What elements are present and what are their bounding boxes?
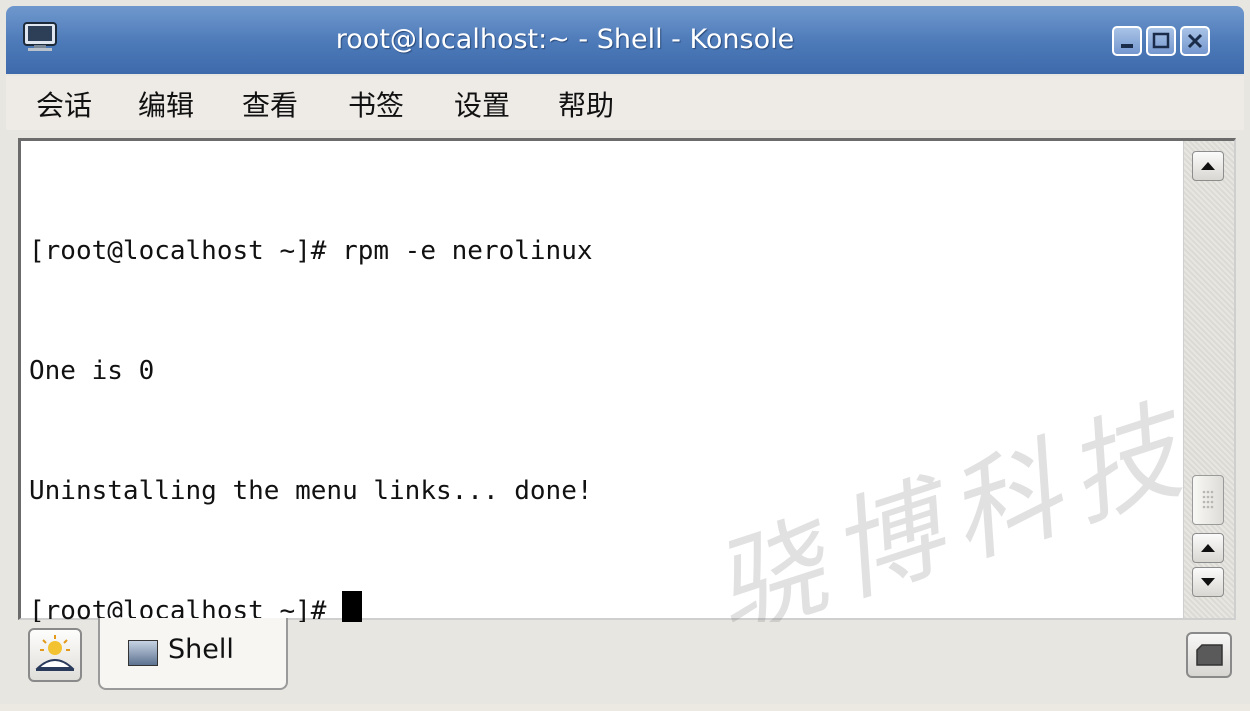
session-tab-bar: Shell [6, 618, 1244, 700]
text-cursor [342, 591, 363, 625]
menu-settings[interactable]: 设置 [450, 84, 514, 124]
arrow-up-icon [1201, 162, 1215, 170]
menu-session[interactable]: 会话 [32, 84, 96, 124]
window-title: root@localhost:~ - Shell - Konsole [335, 24, 795, 55]
minimize-button[interactable] [1112, 26, 1142, 56]
scroll-up-button[interactable] [1192, 533, 1224, 563]
terminal-line: Uninstalling the menu links... done! [29, 476, 593, 506]
vertical-scrollbar[interactable] [1183, 141, 1234, 618]
minimize-icon [1121, 44, 1133, 48]
terminal-icon [128, 640, 158, 666]
grip-icon [1202, 490, 1214, 509]
menu-help[interactable]: 帮助 [554, 84, 618, 124]
menu-edit[interactable]: 编辑 [134, 84, 198, 124]
scroll-up-top-button[interactable] [1192, 151, 1224, 181]
scroll-down-button[interactable] [1192, 567, 1224, 597]
close-button[interactable] [1180, 26, 1210, 56]
terminal-line: [root@localhost ~]# rpm -e nerolinux [29, 236, 593, 266]
arrow-down-icon [1201, 578, 1215, 586]
menu-bookmarks[interactable]: 书签 [344, 84, 408, 124]
title-bar[interactable]: root@localhost:~ - Shell - Konsole [6, 6, 1244, 74]
scroll-thumb[interactable] [1192, 475, 1224, 525]
menu-bar: 会话 编辑 查看 书签 设置 帮助 [6, 76, 1244, 130]
tab-label: Shell [168, 634, 234, 665]
new-session-icon [35, 635, 75, 671]
close-session-button[interactable] [1186, 632, 1232, 678]
terminal-area[interactable]: [root@localhost ~]# rpm -e nerolinux One… [18, 138, 1236, 658]
close-icon [1187, 33, 1203, 49]
konsole-window: root@localhost:~ - Shell - Konsole 会话 编辑… [0, 0, 1250, 704]
maximize-button[interactable] [1146, 26, 1176, 56]
close-session-icon [1196, 644, 1223, 666]
menu-view[interactable]: 查看 [238, 84, 302, 124]
terminal-line: One is 0 [29, 356, 155, 386]
maximize-icon [1152, 32, 1170, 49]
tab-shell[interactable]: Shell [98, 618, 288, 690]
arrow-up-icon [1201, 544, 1215, 552]
new-session-button[interactable] [28, 628, 82, 682]
